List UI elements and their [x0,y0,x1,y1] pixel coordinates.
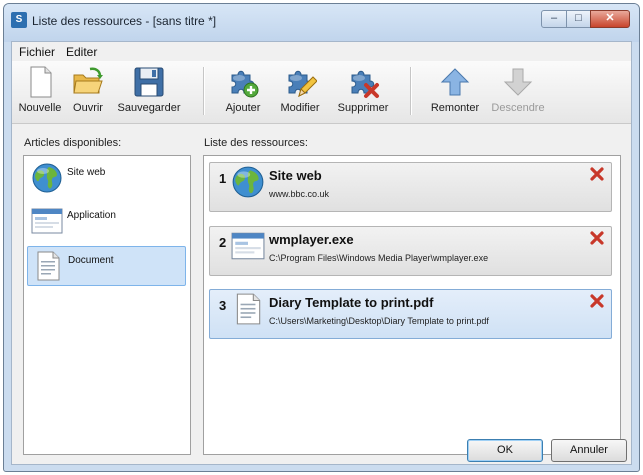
resource-list-panel: 1 Site web www.bbc.co.uk 2 wmplayer.exe … [203,155,621,455]
open-folder-icon [73,67,103,94]
add-label: Ajouter [225,102,261,114]
delete-icon[interactable] [590,167,604,181]
available-items-title: Articles disponibles: [24,137,122,149]
menu-fichier[interactable]: Fichier [19,45,55,59]
maximize-button[interactable]: □ [566,10,591,28]
main-window: S Liste des ressources - [sans titre *] … [3,3,640,472]
floppy-disk-icon [134,67,164,97]
move-down-button[interactable]: Descendre [488,63,548,119]
toolbar: Nouvelle Ouvrir Sauvegarder Ajouter Modi… [12,61,631,124]
resource-list-title: Liste des ressources: [204,137,308,149]
save-label: Sauvegarder [117,102,181,114]
application-window-icon [231,229,265,263]
resource-path: C:\Users\Marketing\Desktop\Diary Templat… [269,316,489,326]
available-item-label: Application [67,210,116,221]
resource-name: wmplayer.exe [269,232,354,247]
resource-item[interactable]: 2 wmplayer.exe C:\Program Files\Windows … [209,226,612,276]
puzzle-delete-icon [346,65,379,98]
globe-icon [231,165,265,199]
available-item-label: Site web [67,167,106,178]
resource-index: 2 [219,235,227,250]
delete-label: Supprimer [337,102,389,114]
edit-label: Modifier [280,102,320,114]
close-button[interactable]: ✕ [590,10,630,28]
move-down-label: Descendre [491,102,545,114]
application-window-icon [31,205,63,237]
puzzle-edit-icon [283,65,317,97]
delete-icon[interactable] [590,294,604,308]
resource-name: Site web [269,168,322,183]
resource-index: 3 [219,298,227,313]
new-label: Nouvelle [18,102,62,114]
globe-icon [31,162,63,194]
open-button[interactable]: Ouvrir [68,63,108,119]
resource-item[interactable]: 1 Site web www.bbc.co.uk [209,162,612,212]
document-icon [32,250,64,282]
available-item-label: Document [68,255,114,266]
toolbar-separator [203,67,204,115]
new-document-icon [30,66,52,98]
app-icon: S [11,12,27,28]
available-item-application[interactable]: Application [27,202,186,242]
arrow-up-icon [440,68,470,96]
ok-button[interactable]: OK [467,439,543,462]
delete-button[interactable]: Supprimer [330,63,396,119]
available-items-panel: Site web Application Document [23,155,191,455]
resource-path: C:\Program Files\Windows Media Player\wm… [269,253,489,263]
delete-icon[interactable] [590,231,604,245]
menu-bar: Fichier Editer [12,42,631,61]
menu-editer[interactable]: Editer [66,45,97,59]
window-title: Liste des ressources - [sans titre *] [32,14,217,28]
resource-name: Diary Template to print.pdf [269,295,434,310]
toolbar-separator [410,67,411,115]
minimize-button[interactable]: – [541,10,567,28]
window-client-area: Fichier Editer Nouvelle Ouvrir Sauvegard… [11,41,632,465]
resource-path: www.bbc.co.uk [269,189,330,199]
move-up-button[interactable]: Remonter [426,63,484,119]
save-button[interactable]: Sauvegarder [112,63,186,119]
available-item-document[interactable]: Document [27,246,186,286]
resource-index: 1 [219,171,227,186]
title-bar[interactable]: S Liste des ressources - [sans titre *] … [4,4,639,42]
new-button[interactable]: Nouvelle [14,63,66,119]
puzzle-add-icon [226,65,259,98]
open-label: Ouvrir [73,102,103,114]
cancel-button[interactable]: Annuler [551,439,627,462]
resource-item[interactable]: 3 Diary Template to print.pdf C:\Users\M… [209,289,612,339]
arrow-down-icon [503,68,533,96]
document-icon [231,292,265,326]
move-up-label: Remonter [430,102,480,114]
edit-button[interactable]: Modifier [274,63,326,119]
available-item-site-web[interactable]: Site web [27,159,186,199]
add-button[interactable]: Ajouter [220,63,266,119]
